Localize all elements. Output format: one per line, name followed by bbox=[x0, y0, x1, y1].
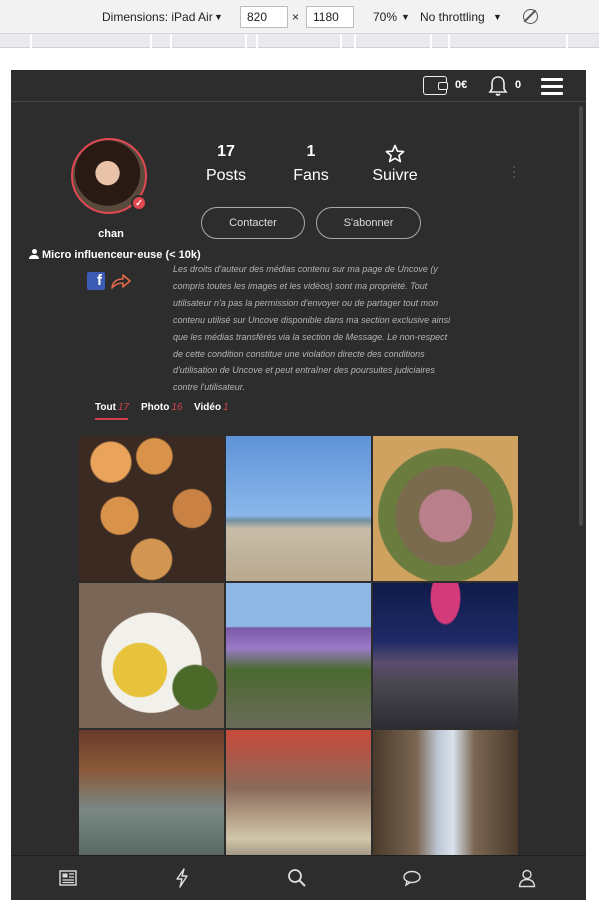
bottom-navigation bbox=[11, 855, 586, 900]
news-icon[interactable] bbox=[58, 868, 78, 888]
chat-icon[interactable] bbox=[402, 868, 422, 888]
notification-count: 0 bbox=[515, 79, 522, 91]
media-thumbnail[interactable] bbox=[79, 583, 224, 728]
bell-icon[interactable] bbox=[488, 75, 508, 97]
height-input[interactable]: 1180 bbox=[306, 6, 354, 28]
tab-all-count: 17 bbox=[117, 402, 130, 413]
throttle-dropdown-icon[interactable]: ▼ bbox=[493, 12, 502, 22]
wallet-amount: 0€ bbox=[455, 79, 468, 91]
subscribe-button[interactable]: S'abonner bbox=[316, 207, 421, 239]
flash-icon[interactable] bbox=[172, 868, 192, 888]
width-input[interactable]: 820 bbox=[240, 6, 288, 28]
follow-label[interactable]: Suivre bbox=[355, 167, 435, 185]
tab-photo-label: Photo bbox=[141, 402, 170, 413]
star-icon[interactable] bbox=[385, 144, 405, 164]
device-viewport: 0€ 0 ✓ 17 Posts 1 Fans Suivre Contacter … bbox=[11, 70, 586, 900]
posts-count: 17 bbox=[217, 143, 235, 160]
media-thumbnail[interactable] bbox=[226, 436, 371, 581]
facebook-icon[interactable]: f bbox=[87, 272, 105, 290]
tab-all-label: Tout bbox=[95, 402, 116, 413]
tab-video[interactable]: Vidéo 1 bbox=[194, 402, 229, 413]
media-grid bbox=[79, 436, 518, 875]
device-dropdown-icon[interactable]: ▼ bbox=[214, 12, 223, 22]
tab-video-count: 1 bbox=[223, 402, 229, 413]
app-header: 0€ 0 bbox=[11, 70, 586, 102]
fans-label[interactable]: Fans bbox=[271, 167, 351, 185]
tab-photo[interactable]: Photo 16 bbox=[141, 402, 182, 413]
media-thumbnail[interactable] bbox=[373, 436, 518, 581]
media-thumbnail[interactable] bbox=[226, 583, 371, 728]
influencer-level-text: Micro influenceur·euse (< 10k) bbox=[42, 249, 201, 261]
rotate-icon[interactable] bbox=[523, 9, 538, 24]
copyright-disclaimer: Les droits d'auteur des médias contenu s… bbox=[173, 264, 451, 393]
verified-badge-icon: ✓ bbox=[131, 195, 147, 211]
media-query-ruler bbox=[0, 34, 599, 48]
share-icon[interactable] bbox=[110, 272, 132, 290]
contact-button[interactable]: Contacter bbox=[201, 207, 305, 239]
times-sign: × bbox=[292, 10, 300, 24]
media-thumbnail[interactable] bbox=[226, 730, 371, 875]
throttle-select[interactable]: No throttling bbox=[420, 10, 485, 24]
scrollbar[interactable] bbox=[579, 106, 583, 526]
username: chan bbox=[98, 228, 124, 240]
tab-video-label: Vidéo bbox=[194, 402, 222, 413]
active-tab-indicator bbox=[95, 418, 128, 420]
tab-all[interactable]: Tout 17 bbox=[95, 402, 129, 413]
more-options-icon[interactable] bbox=[513, 166, 516, 180]
media-thumbnail[interactable] bbox=[373, 583, 518, 728]
media-thumbnail[interactable] bbox=[373, 730, 518, 875]
menu-icon[interactable] bbox=[541, 78, 563, 95]
zoom-select[interactable]: 70% bbox=[373, 10, 397, 24]
tab-photo-count: 16 bbox=[171, 402, 183, 413]
device-dimensions-select[interactable]: Dimensions: iPad Air bbox=[102, 10, 213, 24]
posts-label[interactable]: Posts bbox=[186, 167, 266, 185]
user-icon[interactable] bbox=[517, 868, 537, 888]
devtools-toolbar: Dimensions: iPad Air ▼ 820 × 1180 70% ▼ … bbox=[0, 0, 599, 34]
wallet-icon[interactable] bbox=[423, 76, 448, 95]
fans-count: 1 bbox=[306, 143, 316, 160]
person-icon bbox=[29, 249, 39, 259]
zoom-dropdown-icon[interactable]: ▼ bbox=[401, 12, 410, 22]
search-icon[interactable] bbox=[287, 868, 307, 888]
media-thumbnail[interactable] bbox=[79, 730, 224, 875]
influencer-level: Micro influenceur·euse (< 10k) bbox=[29, 248, 201, 261]
media-thumbnail[interactable] bbox=[79, 436, 224, 581]
